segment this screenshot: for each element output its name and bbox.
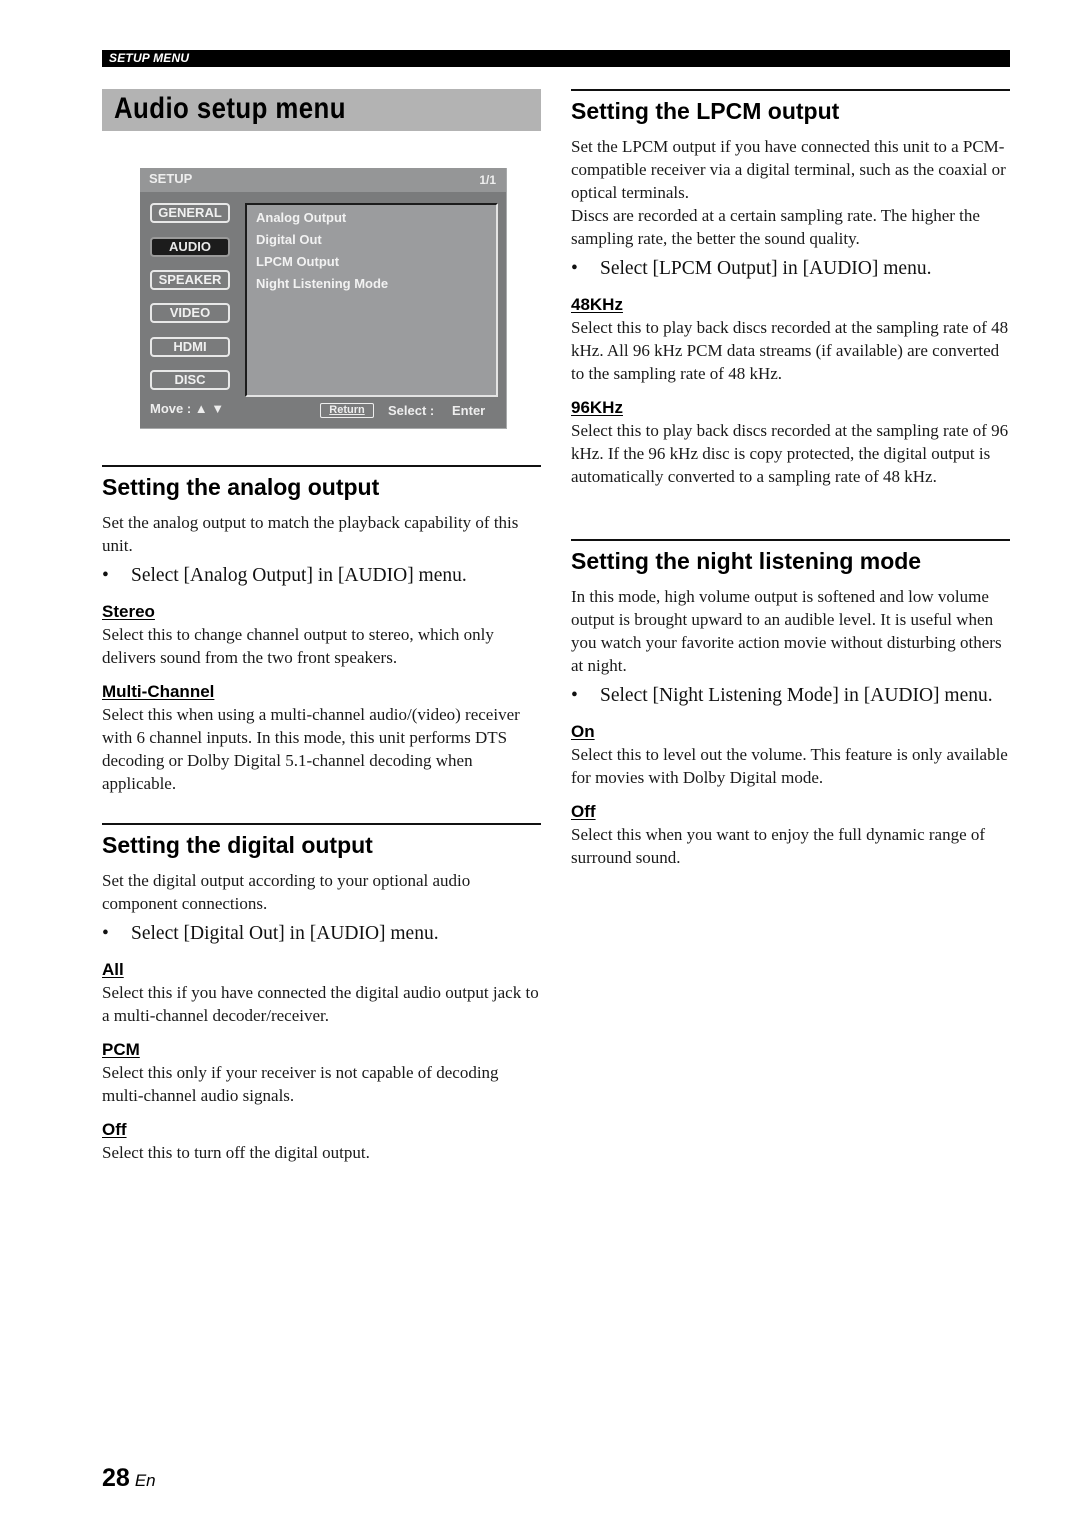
section-night-listening-mode: Setting the night listening mode In this… — [571, 539, 1010, 869]
return-button[interactable]: Return — [320, 403, 374, 418]
bullet-icon: • — [102, 565, 109, 586]
section-label: SETUP MENU — [109, 51, 190, 65]
section-intro-2: Discs are recorded at a certain sampling… — [571, 206, 980, 248]
page-language: En — [134, 1471, 156, 1490]
option-heading-48khz: 48KHz — [571, 295, 623, 314]
move-hint: Move : ▲ ▼ — [150, 401, 225, 416]
option-heading-stereo: Stereo — [102, 602, 155, 621]
option-desc-stereo: Select this to change channel output to … — [102, 625, 494, 667]
instruction-bullet: • Select [Night Listening Mode] in [AUDI… — [571, 683, 1010, 709]
section-header-bar: SETUP MENU — [102, 50, 1010, 67]
enter-hint: Enter — [452, 403, 486, 418]
category-general-button[interactable]: GENERAL — [150, 203, 230, 223]
menu-item-lpcm-output[interactable]: LPCM Output — [256, 254, 339, 269]
section-intro: In this mode, high volume output is soft… — [571, 587, 1002, 675]
section-intro: Set the analog output to match the playb… — [102, 513, 519, 555]
section-heading: Setting the night listening mode — [571, 548, 922, 574]
setup-menu-screen: SETUP 1/1 GENERAL AUDIO SPEAKER VIDEO HD… — [140, 168, 507, 429]
option-desc-pcm: Select this only if your receiver is not… — [102, 1063, 499, 1105]
bullet-icon: • — [571, 258, 578, 279]
category-audio-button[interactable]: AUDIO — [150, 237, 230, 257]
section-lpcm-output: Setting the LPCM output Set the LPCM out… — [571, 89, 1010, 488]
section-analog-output: Setting the analog output Set the analog… — [102, 465, 541, 795]
category-video-button[interactable]: VIDEO — [150, 303, 230, 323]
option-heading-96khz: 96KHz — [571, 398, 623, 417]
section-divider — [571, 89, 1010, 91]
page-indicator: 1/1 — [479, 173, 496, 187]
section-divider — [102, 465, 541, 467]
option-heading-multi-channel: Multi-Channel — [102, 682, 215, 701]
category-disc-button[interactable]: DISC — [150, 370, 230, 390]
menu-item-digital-out[interactable]: Digital Out — [256, 232, 322, 247]
page-title: Audio setup menu — [114, 92, 346, 125]
category-speaker-button[interactable]: SPEAKER — [150, 270, 230, 290]
option-heading-all: All — [102, 960, 124, 979]
page-number: 28 En — [102, 1464, 156, 1493]
section-divider — [571, 539, 1010, 541]
section-digital-output: Setting the digital output Set the digit… — [102, 823, 541, 1164]
instruction-bullet: • Select [LPCM Output] in [AUDIO] menu. — [571, 256, 1010, 282]
option-heading-off: Off — [102, 1120, 127, 1139]
menu-item-analog-output[interactable]: Analog Output — [256, 210, 346, 225]
bullet-icon: • — [571, 685, 578, 706]
instruction-bullet: • Select [Digital Out] in [AUDIO] menu. — [102, 921, 541, 947]
option-desc-96khz: Select this to play back discs recorded … — [571, 421, 1009, 486]
page-title-box: Audio setup menu — [102, 89, 541, 131]
option-desc-48khz: Select this to play back discs recorded … — [571, 318, 1009, 383]
select-hint: Select : — [388, 403, 435, 418]
section-intro: Set the LPCM output if you have connecte… — [571, 137, 1006, 202]
option-desc-on: Select this to level out the volume. Thi… — [571, 745, 1008, 787]
option-desc-off: Select this to turn off the digital outp… — [102, 1143, 370, 1162]
option-heading-pcm: PCM — [102, 1040, 140, 1059]
menu-item-night-listening-mode[interactable]: Night Listening Mode — [256, 276, 388, 291]
instruction-bullet: • Select [Analog Output] in [AUDIO] menu… — [102, 563, 541, 589]
page-number-value: 28 — [102, 1464, 130, 1492]
option-heading-off: Off — [571, 802, 596, 821]
option-desc-multi-channel: Select this when using a multi-channel a… — [102, 705, 520, 793]
section-divider — [102, 823, 541, 825]
option-desc-all: Select this if you have connected the di… — [102, 983, 539, 1025]
bullet-icon: • — [102, 923, 109, 944]
option-heading-on: On — [571, 722, 595, 741]
audio-menu-list: Analog Output Digital Out LPCM Output Ni… — [245, 203, 498, 397]
section-heading: Setting the analog output — [102, 474, 380, 500]
setup-menu-title: SETUP — [149, 171, 193, 186]
section-heading: Setting the LPCM output — [571, 98, 840, 124]
section-heading: Setting the digital output — [102, 832, 373, 858]
setup-menu-titlebar: SETUP 1/1 — [140, 168, 506, 192]
category-hdmi-button[interactable]: HDMI — [150, 337, 230, 357]
section-intro: Set the digital output according to your… — [102, 871, 471, 913]
option-desc-off: Select this when you want to enjoy the f… — [571, 825, 986, 867]
